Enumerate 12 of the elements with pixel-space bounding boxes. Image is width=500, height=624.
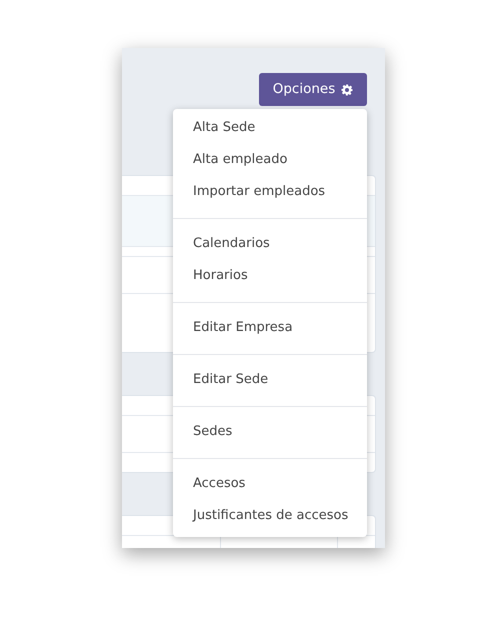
menu-item[interactable]: Importar empleados [173,176,367,208]
menu-item[interactable]: Editar Empresa [173,312,367,344]
options-button[interactable]: Opciones [259,73,367,106]
menu-item[interactable]: Accesos [173,468,367,500]
menu-item[interactable]: Alta empleado [173,144,367,176]
settings-icon [341,84,354,96]
menu-item[interactable]: Sedes [173,416,367,448]
menu-item[interactable]: Horarios [173,260,367,292]
menu-item[interactable]: Alta Sede [173,112,367,144]
menu-item[interactable]: Editar Sede [173,364,367,396]
menu-item[interactable]: Calendarios [173,228,367,260]
menu-item[interactable]: Justificantes de accesos [173,500,367,532]
